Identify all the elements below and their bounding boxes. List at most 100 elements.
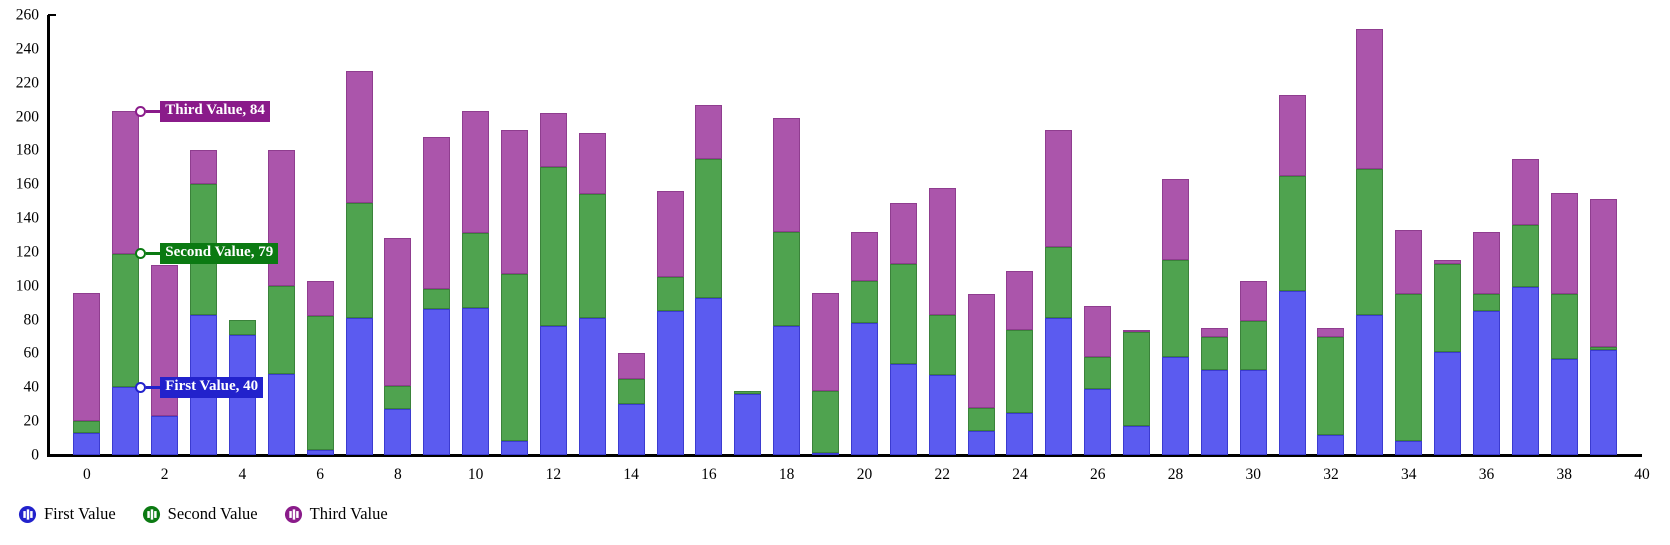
bar-stack[interactable] [695,104,723,455]
bar-segment-1[interactable] [1434,263,1462,352]
bar-segment-2[interactable] [1550,192,1578,295]
bar-segment-2[interactable] [190,150,217,185]
bar-segment-2[interactable] [384,238,412,386]
bar-stack[interactable] [1472,231,1500,455]
bar-segment-2[interactable] [306,280,334,317]
bar-segment-2[interactable] [501,130,529,274]
bar-segment-1[interactable] [773,231,801,327]
bar-segment-1[interactable] [656,277,684,312]
bar-segment-2[interactable] [462,111,490,234]
bar-segment-0[interactable] [267,373,295,455]
bar-stack[interactable] [812,292,840,455]
bar-segment-0[interactable] [695,297,723,455]
bar-segment-0[interactable] [773,326,801,455]
bar-stack[interactable] [1356,28,1384,455]
bar-segment-0[interactable] [1084,389,1112,455]
bar-segment-0[interactable] [384,409,412,455]
bar-segment-1[interactable] [889,263,917,364]
bar-segment-1[interactable] [1045,246,1073,318]
bar-segment-1[interactable] [1278,175,1306,291]
bar-segment-0[interactable] [345,317,373,455]
bar-segment-1[interactable] [112,253,140,388]
bar-segment-1[interactable] [228,319,256,335]
bar-segment-1[interactable] [1239,321,1267,371]
bar-segment-0[interactable] [151,416,179,455]
bar-stack[interactable] [112,111,140,455]
bar-segment-1[interactable] [306,316,334,450]
bar-segment-0[interactable] [462,307,490,455]
bar-stack[interactable] [1123,329,1151,455]
bar-stack[interactable] [1200,328,1228,455]
bar-segment-2[interactable] [578,133,606,195]
bar-segment-0[interactable] [928,375,956,455]
bar-segment-0[interactable] [1123,426,1151,455]
bar-stack[interactable] [1550,192,1578,455]
bar-stack[interactable] [151,265,179,455]
bar-stack[interactable] [539,113,567,455]
bar-segment-0[interactable] [539,326,567,455]
bar-segment-2[interactable] [1161,179,1189,261]
bar-segment-1[interactable] [1356,169,1384,315]
bar-segment-1[interactable] [1006,329,1034,413]
bar-segment-1[interactable] [578,194,606,318]
annotation-callout-first[interactable]: First Value, 40 [135,376,264,398]
bar-segment-1[interactable] [1161,260,1189,357]
bar-segment-1[interactable] [1200,336,1228,371]
bar-segment-1[interactable] [267,285,295,374]
bar-segment-2[interactable] [1006,270,1034,330]
bar-segment-0[interactable] [73,433,101,455]
bar-segment-0[interactable] [1395,441,1423,455]
bar-segment-0[interactable] [734,394,762,455]
bar-stack[interactable] [306,280,334,455]
bar-segment-0[interactable] [1550,358,1578,455]
bar-segment-2[interactable] [1278,94,1306,176]
bar-segment-1[interactable] [345,202,373,318]
bar-segment-0[interactable] [1239,370,1267,455]
bar-segment-2[interactable] [267,150,295,286]
bar-segment-0[interactable] [1472,311,1500,455]
bar-segment-2[interactable] [812,292,840,391]
bar-stack[interactable] [617,353,645,455]
annotation-callout-second[interactable]: Second Value, 79 [135,243,279,264]
bar-segment-0[interactable] [1589,350,1617,455]
bar-stack[interactable] [967,294,995,455]
bar-segment-2[interactable] [1317,328,1345,337]
legend-item-1[interactable]: Second Value [142,505,258,524]
bar-segment-2[interactable] [112,111,140,254]
bar-segment-2[interactable] [1472,231,1500,295]
bar-stack[interactable] [1084,306,1112,455]
bar-stack[interactable] [1511,158,1539,455]
bar-segment-0[interactable] [1006,412,1034,455]
bar-stack[interactable] [1589,199,1617,455]
bar-segment-2[interactable] [1395,229,1423,295]
bar-segment-1[interactable] [812,390,840,453]
bar-stack[interactable] [578,133,606,455]
bar-segment-0[interactable] [423,309,451,455]
bar-stack[interactable] [850,231,878,455]
bar-segment-1[interactable] [462,233,490,308]
bar-stack[interactable] [501,130,529,455]
bar-segment-2[interactable] [850,231,878,281]
bar-segment-2[interactable] [1200,328,1228,337]
bar-segment-1[interactable] [617,378,645,405]
bar-segment-2[interactable] [1356,28,1384,170]
bar-segment-0[interactable] [812,453,840,455]
bar-stack[interactable] [1434,260,1462,455]
bar-stack[interactable] [345,70,373,455]
legend-item-0[interactable]: First Value [18,505,116,524]
bar-segment-0[interactable] [1278,290,1306,455]
bar-stack[interactable] [928,187,956,455]
bar-segment-0[interactable] [1434,351,1462,455]
bar-segment-1[interactable] [967,407,995,432]
bar-segment-2[interactable] [539,113,567,168]
bar-stack[interactable] [773,118,801,455]
bar-segment-0[interactable] [1317,434,1345,455]
bar-segment-0[interactable] [306,449,334,455]
bar-segment-0[interactable] [112,387,140,455]
bar-segment-2[interactable] [773,118,801,232]
bar-stack[interactable] [384,238,412,455]
bar-segment-0[interactable] [578,317,606,455]
bar-stack[interactable] [1278,94,1306,455]
bar-segment-1[interactable] [73,421,101,433]
bar-segment-2[interactable] [1511,158,1539,225]
